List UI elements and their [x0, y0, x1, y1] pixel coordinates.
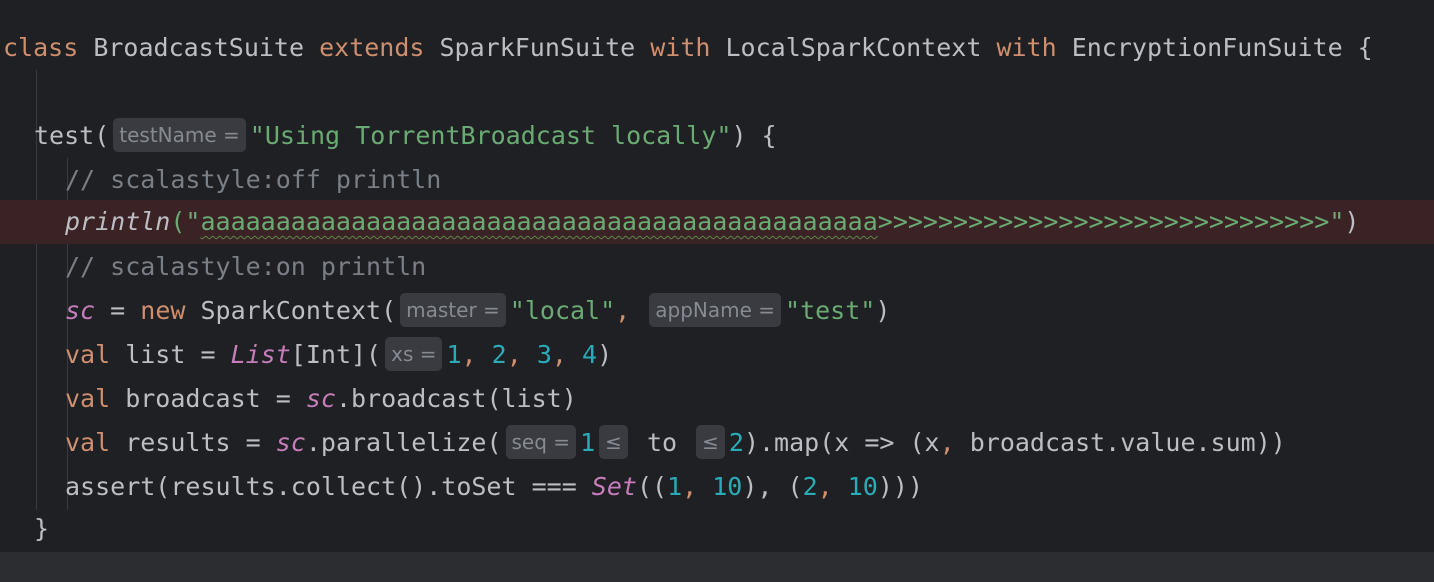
keyword-class: class [3, 33, 79, 62]
code-line-1[interactable]: class BroadcastSuite extends SparkFunSui… [0, 26, 1434, 70]
comment: // scalastyle:off println [65, 165, 442, 194]
code-text: list = [110, 340, 231, 369]
function-call: test( [34, 121, 110, 150]
code-text: broadcast = [110, 384, 306, 413]
string-literal: (" [170, 207, 201, 236]
code-editor[interactable]: class BroadcastSuite extends SparkFunSui… [0, 0, 1434, 582]
mixin-trait: LocalSparkContext [710, 33, 997, 62]
code-text: , [939, 428, 955, 457]
code-text: ) [1344, 207, 1360, 236]
parameter-hint: master = [400, 293, 506, 327]
code-text: broadcast.value.sum)) [954, 428, 1286, 457]
typo-underlined-text: aaaaaaaaaaaaaaaaaaaaaaaaaaaaaaaaaaaaaaaa… [200, 207, 878, 236]
range-hint: ≤ [599, 425, 628, 459]
number-literal: 2 [802, 472, 818, 501]
string-literal: "local" [509, 296, 616, 325]
parameter-hint: xs = [385, 337, 443, 371]
code-text: ), ( [742, 472, 803, 501]
editor-bottom-strip [0, 552, 1434, 582]
type-name: List [230, 340, 291, 369]
parameter-hint: appName = [649, 293, 782, 327]
keyword-val: val [65, 340, 111, 369]
string-literal: "Using TorrentBroadcast locally" [249, 121, 732, 150]
code-text: = [95, 296, 141, 325]
number-literal: 1 [446, 340, 462, 369]
type-name: Set [591, 472, 637, 501]
member-variable: sc [305, 384, 336, 413]
number-literal: 1 [580, 428, 596, 457]
number-literal: 4 [582, 340, 598, 369]
code-text: , [506, 340, 537, 369]
keyword-extends: extends [319, 33, 425, 62]
code-text: to [631, 428, 693, 457]
code-line-9[interactable]: val broadcast = sc.broadcast(list) [0, 377, 1434, 421]
code-text: .broadcast(list) [335, 384, 577, 413]
class-name: BroadcastSuite [78, 33, 320, 62]
function-call: println [65, 207, 171, 236]
keyword-val: val [65, 428, 111, 457]
code-line-10[interactable]: val results = sc.parallelize(seq = 1 ≤ to … [0, 421, 1434, 465]
number-literal: 1 [667, 472, 683, 501]
code-text: (( [636, 472, 668, 501]
comment: // scalastyle:on println [65, 252, 427, 281]
keyword-with: with [996, 33, 1057, 62]
closing-brace: } [34, 514, 50, 543]
code-text: , [615, 296, 646, 325]
keyword-new: new [140, 296, 186, 325]
code-line-7[interactable]: sc = new SparkContext(master = "local", a… [0, 289, 1434, 333]
keyword-val: val [65, 384, 111, 413]
code-text: ) { [731, 121, 777, 150]
code-text: SparkContext( [185, 296, 397, 325]
code-line-8[interactable]: val list = List[Int](xs = 1, 2, 3, 4) [0, 333, 1434, 377]
code-line-6[interactable]: // scalastyle:on println [0, 245, 1434, 289]
code-text: , [461, 340, 492, 369]
parent-class: SparkFunSuite [424, 33, 651, 62]
code-text: , [551, 340, 582, 369]
code-text: results = [110, 428, 276, 457]
code-line-3[interactable]: test(testName = "Using TorrentBroadcast l… [0, 114, 1434, 158]
string-literal: >>>>>>>>>>>>>>>>>>>>>>>>>>>>>>" [877, 207, 1345, 236]
code-text: ).map(x => (x [743, 428, 940, 457]
string-literal: "test" [785, 296, 876, 325]
code-line-4[interactable]: // scalastyle:off println [0, 158, 1434, 202]
mixin-trait: EncryptionFunSuite { [1056, 33, 1373, 62]
code-line-11[interactable]: assert(results.collect().toSet === Set((… [0, 465, 1434, 509]
number-literal: 10 [712, 472, 743, 501]
number-literal: 3 [536, 340, 552, 369]
member-variable: sc [275, 428, 306, 457]
member-variable: sc [65, 296, 96, 325]
code-line-12[interactable]: } [0, 507, 1434, 551]
number-literal: 2 [728, 428, 744, 457]
keyword-with: with [650, 33, 711, 62]
range-hint: ≤ [696, 425, 725, 459]
code-text: .parallelize( [305, 428, 502, 457]
code-text: ) [597, 340, 613, 369]
code-text: [Int]( [290, 340, 382, 369]
number-literal: 2 [491, 340, 507, 369]
parameter-hint: seq = [505, 425, 577, 459]
code-area[interactable]: class BroadcastSuite extends SparkFunSui… [0, 0, 1434, 552]
code-line-5-error[interactable]: println("aaaaaaaaaaaaaaaaaaaaaaaaaaaaaaa… [0, 200, 1434, 244]
code-text: , [817, 472, 848, 501]
number-literal: 10 [847, 472, 878, 501]
code-text: ))) [877, 472, 923, 501]
parameter-hint: testName = [113, 118, 246, 152]
code-text: assert(results.collect().toSet === [65, 472, 592, 501]
code-text: , [682, 472, 713, 501]
code-text: ) [875, 296, 891, 325]
